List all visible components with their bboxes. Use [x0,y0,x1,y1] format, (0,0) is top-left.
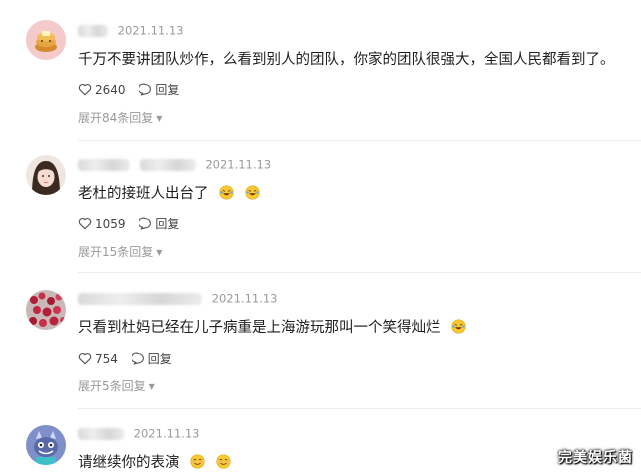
speech-bubble-icon [139,83,152,96]
heart-icon [78,352,92,365]
comment-timestamp: 2021.11.13 [205,157,272,172]
expand-replies-button[interactable]: 展开84条回复 ▼ [78,109,162,126]
like-button[interactable]: 754 [78,352,118,366]
blurred-username [78,24,108,37]
expand-replies-button[interactable]: 展开5条回复 ▼ [78,377,155,394]
rofl-emoji-icon [219,185,234,200]
comment-text: 老杜的接班人出台了 [78,182,260,203]
caret-down-icon: ▼ [148,382,155,391]
comment-text-body: 只看到杜妈已经在儿子病重是上海游玩那叫一个笑得灿烂 [78,320,441,336]
reply-label: 回复 [155,83,180,97]
like-count: 754 [95,351,118,366]
rofl-emoji-icon [451,319,466,334]
heart-icon [78,83,92,96]
avatar[interactable] [26,20,66,60]
comment-text: 请继续你的表演 [78,451,231,472]
comment-text: 只看到杜妈已经在儿子病重是上海游玩那叫一个笑得灿烂 [78,316,466,337]
expand-replies-label: 展开15条回复 [78,245,154,259]
blurred-username-extra [139,158,196,171]
like-count: 1059 [95,216,126,231]
comment-meta: 2021.11.13 [78,291,278,307]
speech-bubble-icon [131,352,144,365]
smirk-emoji-icon [190,454,205,469]
pancake-avatar-icon [26,20,66,60]
comment-text: 千万不要讲团队炒作，么看到别人的团队，你家的团队很强大，全国人民都看到了。 [78,48,615,69]
comment-text-body: 请继续你的表演 [78,455,180,471]
like-button[interactable]: 2640 [78,83,126,97]
caret-down-icon: ▼ [156,248,163,257]
expand-replies-label: 展开84条回复 [78,111,154,125]
caret-down-icon: ▼ [156,114,163,123]
reply-label: 回复 [155,217,180,231]
heart-icon [78,217,92,230]
like-button[interactable]: 1059 [78,217,126,231]
comment-actions: 2640 回复 [78,81,189,97]
divider [78,272,641,273]
comment-timestamp: 2021.11.13 [133,426,200,441]
avatar[interactable] [26,290,66,330]
comment-meta: 2021.11.13 [78,157,271,173]
comment-timestamp: 2021.11.13 [117,23,184,38]
blurred-username [78,427,124,440]
comment-text-body: 老杜的接班人出台了 [78,186,209,202]
comment-text-body: 千万不要讲团队炒作，么看到别人的团队，你家的团队很强大，全国人民都看到了。 [78,52,615,68]
divider [78,408,641,409]
comment-meta: 2021.11.13 [78,23,184,39]
monster-avatar-icon [26,425,66,465]
reply-button[interactable]: 回复 [131,350,172,367]
avatar[interactable] [26,155,66,195]
comment-timestamp: 2021.11.13 [211,291,278,306]
reply-button[interactable]: 回复 [139,215,179,232]
blurred-username [78,292,202,305]
red-berries-avatar-icon [26,290,66,330]
reply-button[interactable]: 回复 [139,81,179,98]
watermark: 完美娱乐菌 [558,450,633,466]
comment-actions: 754 回复 [78,350,182,366]
girl-avatar-icon [26,155,66,195]
smirk-emoji-icon [216,454,231,469]
blurred-username [78,158,130,171]
avatar[interactable] [26,425,66,465]
divider [78,140,641,141]
like-count: 2640 [95,82,126,97]
speech-bubble-icon [139,217,152,230]
expand-replies-button[interactable]: 展开15条回复 ▼ [78,243,162,260]
comment-actions: 1059 回复 [78,215,189,231]
reply-label: 回复 [147,352,172,366]
expand-replies-label: 展开5条回复 [78,379,146,393]
rofl-emoji-icon [245,185,260,200]
comment-meta: 2021.11.13 [78,426,200,442]
